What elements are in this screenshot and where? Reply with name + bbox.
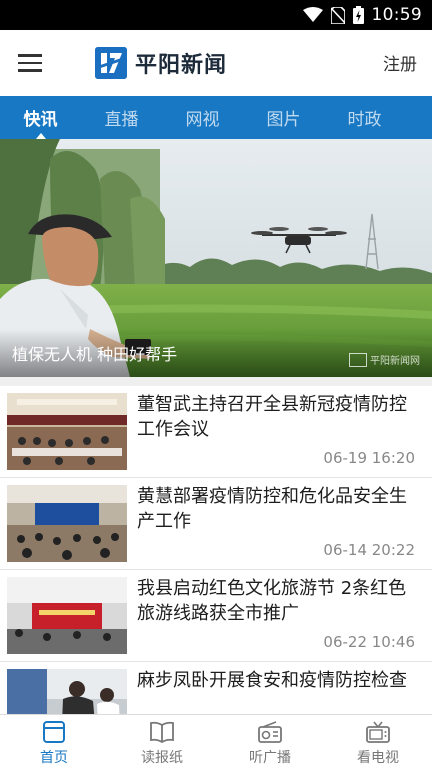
news-thumbnail [7,669,127,714]
menu-icon-bar [18,69,42,72]
news-thumbnail [7,485,127,562]
news-item[interactable]: 黄慧部署疫情防控和危化品安全生产工作 06-14 20:22 [0,478,432,570]
news-thumbnail [7,577,127,654]
news-title: 黄慧部署疫情防控和危化品安全生产工作 [137,486,407,532]
news-title: 董智武主持召开全县新冠疫情防控工作会议 [137,394,407,440]
nav-label: 看电视 [357,750,399,766]
status-bar: 10:59 [0,0,432,30]
wifi-icon [302,7,323,22]
battery-charging-icon [352,6,364,24]
nav-label: 首页 [40,750,68,766]
news-time: 06-14 20:22 [323,541,415,559]
nav-label: 读报纸 [141,750,183,766]
nav-newspaper[interactable]: 读报纸 [108,715,216,768]
nav-radio[interactable]: 听广播 [216,715,324,768]
menu-icon-bar [18,61,42,65]
app-name: 平阳新闻 [135,53,228,78]
tab-label: 网视 [185,110,220,130]
tab-wangshi[interactable]: 网视 [162,96,243,139]
news-title: 麻步凤卧开展食安和疫情防控检查 [137,670,407,691]
tab-tupian[interactable]: 图片 [243,96,324,139]
section-divider [0,377,432,386]
logo-mark-icon [95,47,127,79]
tab-label: 图片 [266,110,301,130]
hero-watermark: 平阳新闻网 [349,352,420,367]
news-time: 06-22 10:46 [323,633,415,651]
nav-home[interactable]: 首页 [0,715,108,768]
watermark-logo-icon [349,352,367,367]
bottom-navigation: 首页 读报纸 听广播 看电视 [0,714,432,768]
tab-kuaixun[interactable]: 快讯 [0,96,81,139]
app-header: 平阳新闻 注册 [0,30,432,96]
status-icons: 10:59 [302,0,423,30]
tab-zhibo[interactable]: 直播 [81,96,162,139]
hero-banner[interactable]: 植保无人机 种田好帮手 平阳新闻网 [0,139,432,377]
news-item[interactable]: 董智武主持召开全县新冠疫情防控工作会议 06-19 16:20 [0,386,432,478]
hero-caption: 植保无人机 种田好帮手 [12,345,178,364]
news-thumbnail [7,393,127,470]
tab-label: 快讯 [23,110,58,130]
tab-shizheng[interactable]: 时政 [324,96,405,139]
watermark-text: 平阳新闻网 [370,356,420,367]
no-sim-icon [330,6,345,24]
status-time: 10:59 [371,5,422,25]
news-list: 董智武主持召开全县新冠疫情防控工作会议 06-19 16:20 黄慧部署疫情防控… [0,386,432,714]
radio-icon [256,719,284,745]
home-window-icon [40,719,68,745]
category-tabs: 快讯 直播 网视 图片 时政 [0,96,432,139]
news-item[interactable]: 我县启动红色文化旅游节 2条红色旅游线路获全市推广 06-22 10:46 [0,570,432,662]
open-book-icon [148,719,176,745]
news-title: 我县启动红色文化旅游节 2条红色旅游线路获全市推广 [137,578,407,624]
nav-label: 听广播 [249,750,291,766]
menu-icon-bar [18,54,42,57]
tab-label: 直播 [104,110,139,130]
tv-icon [364,719,392,745]
menu-button[interactable] [18,48,48,78]
nav-tv[interactable]: 看电视 [324,715,432,768]
news-time: 06-19 16:20 [323,449,415,467]
tab-label: 时政 [347,110,382,130]
register-button[interactable]: 注册 [383,50,417,75]
news-item[interactable]: 麻步凤卧开展食安和疫情防控检查 [0,662,432,714]
app-logo: 平阳新闻 [95,46,227,80]
